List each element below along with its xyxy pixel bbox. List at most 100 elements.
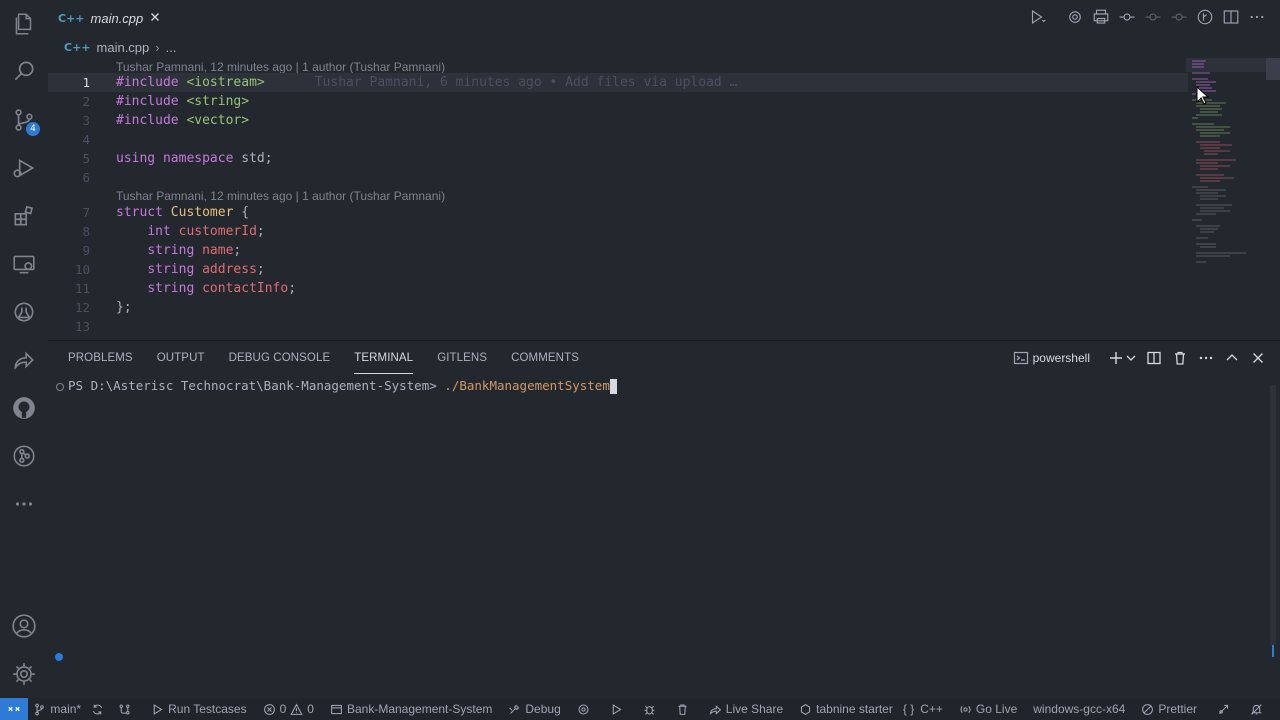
new-terminal-icon[interactable]: [1108, 350, 1124, 366]
token-keyword: #include: [116, 75, 179, 90]
terminal-shell-selector[interactable]: powershell: [1033, 351, 1090, 365]
tab-gitlens[interactable]: GITLENS: [437, 348, 487, 374]
github-icon[interactable]: [0, 384, 48, 432]
split-terminal-icon[interactable]: [1146, 350, 1162, 366]
breadcrumb-file[interactable]: main.cpp: [97, 40, 150, 55]
more-icon[interactable]: [0, 480, 48, 528]
panel-tabs: PROBLEMS OUTPUT DEBUG CONSOLE TERMINAL G…: [68, 348, 603, 374]
maximize-panel-icon[interactable]: [1224, 350, 1240, 366]
sync-icon[interactable]: [86, 698, 113, 720]
token-keyword: namespace: [162, 151, 234, 166]
language-mode[interactable]: { } C++: [898, 698, 948, 720]
configuration-label: windows-gcc-x64: [1033, 702, 1126, 716]
tab-main-cpp[interactable]: C++ main.cpp: [48, 0, 172, 35]
debug-bug-icon[interactable]: [638, 698, 665, 720]
split-editor-icon[interactable]: [1222, 8, 1240, 26]
tab-debug-console[interactable]: DEBUG CONSOLE: [229, 348, 331, 374]
git-graph-icon[interactable]: [113, 698, 140, 720]
tabnine-label: tabnine starter: [816, 702, 893, 716]
terminal-scrollbar[interactable]: [1270, 385, 1276, 645]
gitlens-inspect-icon[interactable]: [1196, 8, 1214, 26]
chevron-right-icon: ›: [155, 39, 160, 55]
live-share-icon[interactable]: [0, 336, 48, 384]
line-number: 12: [74, 300, 90, 315]
tab-comments[interactable]: COMMENTS: [511, 348, 579, 374]
previous-change-icon[interactable]: [1144, 8, 1162, 26]
clean-trash-icon[interactable]: [671, 698, 698, 720]
go-live-button[interactable]: Go Live: [954, 698, 1022, 720]
line-number: 3: [82, 113, 90, 128]
tab-terminal[interactable]: TERMINAL: [354, 348, 414, 374]
chevron-down-icon[interactable]: [1126, 350, 1136, 366]
run-code-icon[interactable]: [1028, 8, 1046, 26]
source-control-badge: 4: [26, 122, 40, 136]
cpp-file-icon: C++: [64, 40, 91, 54]
open-changes-icon[interactable]: [1118, 8, 1136, 26]
token-keyword: string: [147, 262, 195, 277]
source-control-icon[interactable]: 4: [0, 96, 48, 144]
testing-icon[interactable]: [0, 288, 48, 336]
status-bar-right: { } C++ Go Live windows-gcc-x64 Prettier: [898, 698, 1280, 720]
cpp-configuration[interactable]: windows-gcc-x64: [1028, 698, 1130, 720]
close-icon[interactable]: [148, 10, 162, 24]
git-branch[interactable]: main*: [28, 698, 86, 720]
problems-summary[interactable]: 0 0: [258, 698, 319, 720]
code-line: 9 string name;: [48, 241, 1188, 260]
run-testcases-button[interactable]: Run Testcases: [146, 698, 252, 720]
extensions-icon[interactable]: [0, 192, 48, 240]
token-keyword: string: [147, 243, 195, 258]
token-keyword: string: [147, 281, 195, 296]
live-share-button[interactable]: Live Share: [704, 698, 788, 720]
token-string: <string>: [186, 94, 250, 109]
more-actions-icon[interactable]: [1198, 350, 1214, 366]
print-icon[interactable]: [1092, 8, 1110, 26]
account-icon[interactable]: [0, 602, 48, 650]
remote-indicator-icon[interactable]: [0, 698, 29, 720]
build-settings-icon[interactable]: [572, 698, 599, 720]
token-type: Customer: [170, 205, 234, 220]
trash-icon[interactable]: [1172, 350, 1188, 366]
close-panel-icon[interactable]: [1250, 350, 1266, 366]
editor-scrollbar-thumb[interactable]: [1266, 58, 1280, 80]
mouse-pointer-icon: [1196, 86, 1210, 105]
tab-output[interactable]: OUTPUT: [157, 348, 205, 374]
code-line: 13: [48, 317, 1188, 336]
token-plain: std;: [241, 151, 273, 166]
code-line: 7 struct Customer {: [48, 203, 1188, 222]
code-editor[interactable]: Tushar Pamnani, 12 minutes ago | 1 autho…: [48, 56, 1264, 340]
breadcrumb: C++ main.cpp › ...: [64, 38, 176, 56]
line-number: 11: [74, 281, 90, 296]
notifications-bell-icon[interactable]: [1245, 698, 1272, 720]
more-actions-icon[interactable]: [1248, 8, 1266, 26]
prettier-status[interactable]: Prettier: [1136, 698, 1202, 720]
manage-gear-icon[interactable]: [0, 650, 48, 698]
terminal-output[interactable]: PS D:\Asterisc Technocrat\Bank-Managemen…: [56, 377, 617, 395]
tabnine-status[interactable]: tabnine starter: [794, 698, 898, 720]
line-number: 8: [82, 224, 90, 239]
line-number: 10: [74, 262, 90, 277]
debug-button[interactable]: Debug: [503, 698, 565, 720]
files-icon[interactable]: [0, 0, 48, 48]
status-bar: main* Run Testcases 0 0 Bank-Management-…: [0, 698, 1280, 720]
terminal-command: ./BankManagementSystem: [444, 378, 610, 393]
feedback-icon[interactable]: [1212, 698, 1239, 720]
next-change-icon[interactable]: [1170, 8, 1188, 26]
token-string: <vector>: [186, 113, 250, 128]
cmake-folder[interactable]: Bank-Management-System: [325, 698, 497, 720]
error-count: 0: [279, 702, 287, 716]
search-icon[interactable]: [0, 47, 48, 95]
gitlens-icon[interactable]: [0, 432, 48, 480]
breadcrumb-more[interactable]: ...: [166, 40, 177, 55]
token-variable: customerId: [178, 224, 257, 239]
line-number: 4: [82, 132, 90, 147]
run-icon[interactable]: [605, 698, 632, 720]
tab-problems[interactable]: PROBLEMS: [68, 348, 133, 374]
settings-gear-icon[interactable]: [1066, 8, 1084, 26]
code-line: 2 #include <string>: [48, 92, 1188, 111]
warning-icon: [290, 703, 303, 715]
terminal-icon: [1013, 351, 1028, 365]
code-line: 4: [48, 130, 1188, 149]
run-debug-icon[interactable]: [0, 144, 48, 192]
tab-label: main.cpp: [90, 10, 144, 26]
remote-explorer-icon[interactable]: [0, 240, 48, 288]
